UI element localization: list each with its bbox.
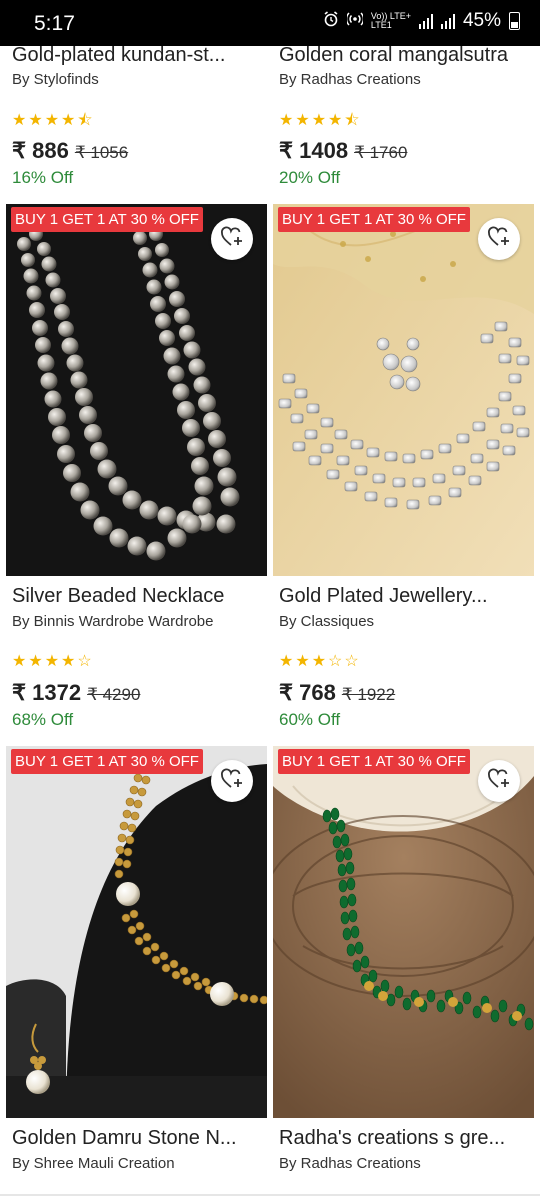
network-type: Vo)) LTE+ LTE1 (371, 12, 411, 30)
status-icons: Vo)) LTE+ LTE1 45% (323, 10, 520, 32)
wishlist-button[interactable] (211, 218, 253, 260)
product-image[interactable]: BUY 1 GET 1 AT 30 % OFF (6, 746, 267, 1118)
mrp-value: ₹ 1760 (354, 143, 408, 162)
product-image[interactable]: BUY 1 GET 1 AT 30 % OFF (6, 204, 267, 576)
bottom-divider (0, 1194, 540, 1196)
product-brand: By Radhas Creations (279, 71, 421, 88)
product-brand: By Radhas Creations (279, 1155, 421, 1172)
product-name: Radha's creations s gre... (279, 1127, 506, 1149)
battery-icon (509, 12, 520, 30)
product-brand: By Stylofinds (12, 71, 99, 88)
product-image[interactable]: BUY 1 GET 1 AT 30 % OFF (273, 746, 534, 1118)
rating-stars: ★★★★⯪ (12, 112, 95, 129)
status-bar: 5:17 Vo)) LTE+ LTE1 45% (0, 0, 540, 46)
mrp-value: ₹ 1056 (74, 143, 129, 162)
signal-icon (418, 13, 433, 29)
rating-stars: ★★★★☆ (12, 653, 94, 670)
product-name: Golden coral mangalsutra (279, 44, 509, 66)
wishlist-button[interactable] (478, 760, 520, 802)
rating-stars: ★★★☆☆ (279, 653, 361, 670)
battery-percent: 45% (462, 10, 501, 31)
product-name: Silver Beaded Necklace (12, 585, 225, 607)
heart-plus-icon (487, 768, 511, 795)
rating-stars: ★★★★⯪ (279, 112, 362, 129)
product-price: ₹ 768 ₹ 1922 (279, 680, 395, 706)
product-brand: By Binnis Wardrobe Wardrobe (12, 613, 214, 630)
price-value: ₹ 1372 (12, 680, 82, 705)
mrp-value: ₹ 1922 (341, 685, 396, 704)
product-price: ₹ 1372 ₹ 4290 (12, 680, 140, 706)
signal-icon-2 (440, 13, 455, 29)
promo-badge: BUY 1 GET 1 AT 30 % OFF (278, 207, 470, 232)
discount-label: 60% Off (279, 710, 341, 729)
product-price: ₹ 1408 ₹ 1760 (279, 138, 407, 164)
price-value: ₹ 886 (12, 138, 69, 163)
heart-plus-icon (220, 768, 244, 795)
hotspot-icon (345, 11, 365, 31)
promo-badge: BUY 1 GET 1 AT 30 % OFF (11, 749, 203, 774)
status-time: 5:17 (34, 12, 75, 35)
alarm-icon (323, 11, 339, 31)
discount-label: 16% Off (12, 168, 74, 187)
mrp-value: ₹ 4290 (87, 685, 141, 704)
product-price: ₹ 886 ₹ 1056 (12, 138, 128, 164)
discount-label: 20% Off (279, 168, 341, 187)
product-brand: By Shree Mauli Creation (12, 1155, 175, 1172)
heart-plus-icon (220, 226, 244, 253)
product-name: Golden Damru Stone N... (12, 1127, 237, 1149)
promo-badge: BUY 1 GET 1 AT 30 % OFF (11, 207, 203, 232)
wishlist-button[interactable] (478, 218, 520, 260)
network-label-2: LTE1 (370, 20, 392, 30)
product-name: Gold-plated kundan-st... (12, 44, 226, 66)
price-value: ₹ 1408 (279, 138, 349, 163)
price-value: ₹ 768 (279, 680, 336, 705)
wishlist-button[interactable] (211, 760, 253, 802)
promo-badge: BUY 1 GET 1 AT 30 % OFF (278, 749, 470, 774)
discount-label: 68% Off (12, 710, 74, 729)
product-image[interactable]: BUY 1 GET 1 AT 30 % OFF (273, 204, 534, 576)
heart-plus-icon (487, 226, 511, 253)
product-brand: By Classiques (279, 613, 375, 630)
product-name: Gold Plated Jewellery... (279, 585, 488, 607)
